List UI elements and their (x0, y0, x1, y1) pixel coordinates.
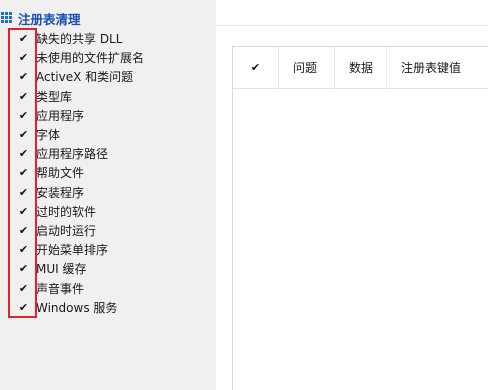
option-label: 应用程序 (36, 108, 85, 123)
checkbox-checked-icon[interactable]: ✔ (18, 187, 29, 198)
option-mui-cache[interactable]: ✔ MUI 缓存 (18, 259, 216, 278)
option-label: 开始菜单排序 (36, 243, 109, 258)
option-sound-events[interactable]: ✔ 声音事件 (18, 278, 216, 297)
column-header-data[interactable]: 数据 (335, 46, 387, 89)
checkbox-checked-icon[interactable]: ✔ (18, 148, 29, 159)
option-label: MUI 缓存 (36, 262, 87, 277)
checkbox-checked-icon[interactable]: ✔ (18, 91, 29, 102)
checkbox-checked-icon[interactable]: ✔ (18, 71, 29, 82)
top-strip (216, 0, 488, 26)
select-all-checkbox-icon[interactable]: ✔ (250, 62, 261, 73)
results-table: ✔ 问题 数据 注册表键值 (232, 46, 488, 390)
option-installers[interactable]: ✔ 安装程序 (18, 183, 216, 202)
option-label: 启动时运行 (36, 223, 97, 238)
option-label: 应用程序路径 (36, 147, 109, 162)
column-header-registry-key[interactable]: 注册表键值 (387, 47, 488, 89)
checkbox-checked-icon[interactable]: ✔ (18, 263, 29, 274)
option-unused-file-extensions[interactable]: ✔ 未使用的文件扩展名 (18, 48, 216, 67)
checkbox-checked-icon[interactable]: ✔ (18, 110, 29, 121)
option-label: 声音事件 (36, 281, 85, 296)
cleanup-options-list: ✔ 缺失的共享 DLL ✔ 未使用的文件扩展名 ✔ ActiveX 和类问题 ✔… (18, 29, 216, 317)
grid-icon (1, 12, 13, 24)
select-all-column: ✔ (233, 46, 279, 89)
sidebar: 注册表清理 ✔ 缺失的共享 DLL ✔ 未使用的文件扩展名 ✔ ActiveX … (0, 0, 216, 390)
checkbox-checked-icon[interactable]: ✔ (18, 52, 29, 63)
option-windows-services[interactable]: ✔ Windows 服务 (18, 298, 216, 317)
checkbox-checked-icon[interactable]: ✔ (18, 302, 29, 313)
option-missing-shared-dll[interactable]: ✔ 缺失的共享 DLL (18, 29, 216, 48)
registry-cleaner-window: 注册表清理 ✔ 缺失的共享 DLL ✔ 未使用的文件扩展名 ✔ ActiveX … (0, 0, 488, 390)
results-table-header: ✔ 问题 数据 注册表键值 (233, 46, 488, 89)
option-label: 帮助文件 (36, 166, 85, 181)
option-help-files[interactable]: ✔ 帮助文件 (18, 163, 216, 182)
option-label: 缺失的共享 DLL (36, 32, 123, 47)
checkbox-checked-icon[interactable]: ✔ (18, 167, 29, 178)
checkbox-checked-icon[interactable]: ✔ (18, 225, 29, 236)
option-label: ActiveX 和类问题 (36, 70, 134, 85)
checkbox-checked-icon[interactable]: ✔ (18, 244, 29, 255)
option-start-menu-ordering[interactable]: ✔ 开始菜单排序 (18, 240, 216, 259)
option-fonts[interactable]: ✔ 字体 (18, 125, 216, 144)
option-label: 类型库 (36, 89, 73, 104)
option-label: 字体 (36, 128, 61, 143)
option-label: Windows 服务 (36, 300, 118, 315)
checkbox-checked-icon[interactable]: ✔ (18, 206, 29, 217)
option-label: 未使用的文件扩展名 (36, 51, 145, 66)
main-panel: ✔ 问题 数据 注册表键值 (216, 0, 488, 390)
option-label: 安装程序 (36, 185, 85, 200)
option-applications[interactable]: ✔ 应用程序 (18, 106, 216, 125)
checkbox-checked-icon[interactable]: ✔ (18, 283, 29, 294)
option-run-at-startup[interactable]: ✔ 启动时运行 (18, 221, 216, 240)
option-activex-class-issues[interactable]: ✔ ActiveX 和类问题 (18, 67, 216, 86)
option-label: 过时的软件 (36, 204, 97, 219)
option-application-paths[interactable]: ✔ 应用程序路径 (18, 144, 216, 163)
column-header-issue[interactable]: 问题 (279, 46, 335, 89)
checkbox-checked-icon[interactable]: ✔ (18, 129, 29, 140)
option-obsolete-software[interactable]: ✔ 过时的软件 (18, 202, 216, 221)
checkbox-checked-icon[interactable]: ✔ (18, 33, 29, 44)
sidebar-title: 注册表清理 (18, 11, 81, 27)
sidebar-header: 注册表清理 (0, 8, 81, 28)
option-type-libraries[interactable]: ✔ 类型库 (18, 87, 216, 106)
